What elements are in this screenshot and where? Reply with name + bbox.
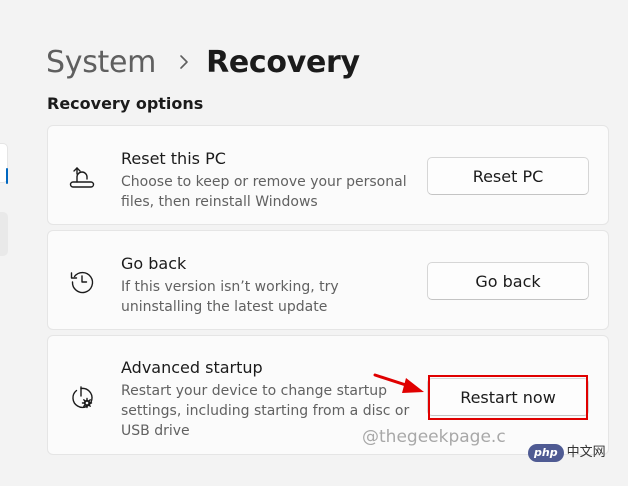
option-title: Advanced startup xyxy=(121,358,263,377)
option-card-go-back: Go back If this version isn’t working, t… xyxy=(47,230,609,330)
option-description: If this version isn’t working, try unins… xyxy=(121,279,339,315)
option-description: Choose to keep or remove your personal f… xyxy=(121,174,407,210)
page-title: Recovery xyxy=(206,44,360,80)
php-logo-badge: php xyxy=(528,444,564,462)
option-card-advanced-startup: Advanced startup Restart your device to … xyxy=(47,335,609,455)
history-icon xyxy=(70,271,94,294)
php-logo: php 中文网 xyxy=(528,444,606,462)
option-title: Reset this PC xyxy=(121,149,226,168)
advanced-startup-icon xyxy=(72,386,93,409)
section-title: Recovery options xyxy=(47,94,204,113)
watermark-text: @thegeekpage.c xyxy=(362,427,506,447)
reset-pc-button[interactable]: Reset PC xyxy=(427,157,589,195)
breadcrumb: System Recovery xyxy=(46,40,360,84)
nav-selection-indicator xyxy=(6,168,8,184)
reset-pc-icon xyxy=(69,167,95,188)
nav-item-partial-2[interactable] xyxy=(0,212,8,256)
option-title: Go back xyxy=(121,254,187,273)
restart-now-button[interactable]: Restart now xyxy=(427,378,589,416)
go-back-button[interactable]: Go back xyxy=(427,262,589,300)
annotation-arrow-icon xyxy=(373,373,424,393)
php-logo-text: 中文网 xyxy=(566,445,606,460)
chevron-right-icon xyxy=(180,55,188,69)
breadcrumb-system-link[interactable]: System xyxy=(46,45,156,80)
option-card-reset: Reset this PC Choose to keep or remove y… xyxy=(47,125,609,225)
